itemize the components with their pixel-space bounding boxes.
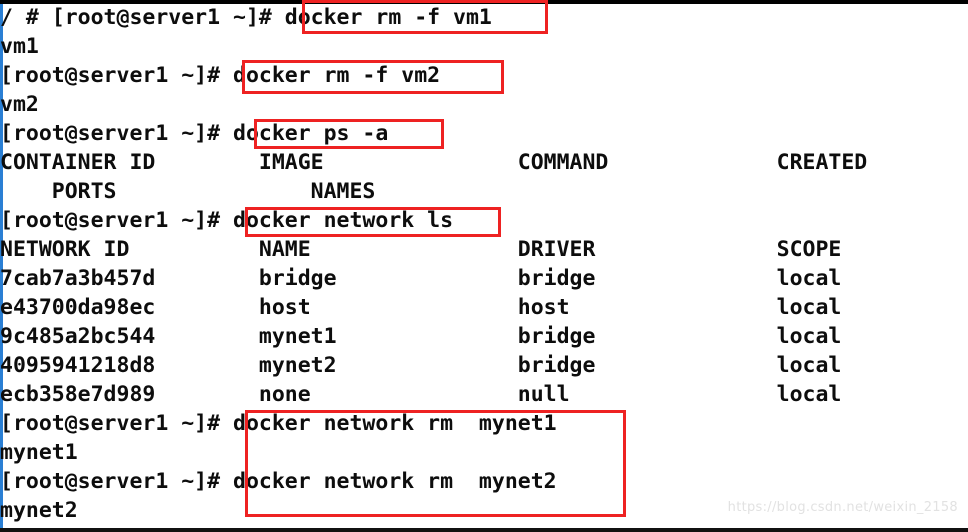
terminal-line: [root@server1 ~]# docker ps -a: [0, 121, 389, 146]
terminal-line: ecb358e7d989 none null local: [0, 382, 842, 407]
terminal-line: 4095941218d8 mynet2 bridge local: [0, 353, 842, 378]
terminal-line: [root@server1 ~]# docker rm -f vm2: [0, 63, 441, 88]
terminal-output-area[interactable]: / # [root@server1 ~]# docker rm -f vm1 vm…: [0, 3, 968, 532]
terminal-screenshot: / # [root@server1 ~]# docker rm -f vm1 vm…: [0, 0, 968, 532]
terminal-line: vm1: [0, 34, 39, 59]
terminal-line: e43700da98ec host host local: [0, 295, 842, 320]
terminal-line: [root@server1 ~]# docker network ls: [0, 208, 454, 233]
terminal-line: PORTS NAMES: [0, 179, 376, 204]
window-bottom-bar: [0, 528, 968, 532]
csdn-watermark: https://blog.csdn.net/weixin_2158: [727, 500, 958, 515]
terminal-line: NETWORK ID NAME DRIVER SCOPE: [0, 237, 842, 262]
terminal-line: [root@server1 ~]# docker network rm myne…: [0, 469, 557, 494]
terminal-line: 9c485a2bc544 mynet1 bridge local: [0, 324, 842, 349]
terminal-line: vm2: [0, 92, 39, 117]
terminal-line: 7cab7a3b457d bridge bridge local: [0, 266, 842, 291]
terminal-line: CONTAINER ID IMAGE COMMAND CREATED: [0, 150, 868, 175]
terminal-line: [root@server1 ~]# docker network rm myne…: [0, 411, 557, 436]
terminal-line: mynet1: [0, 440, 78, 465]
terminal-line: / # [root@server1 ~]# docker rm -f vm1: [0, 5, 492, 30]
